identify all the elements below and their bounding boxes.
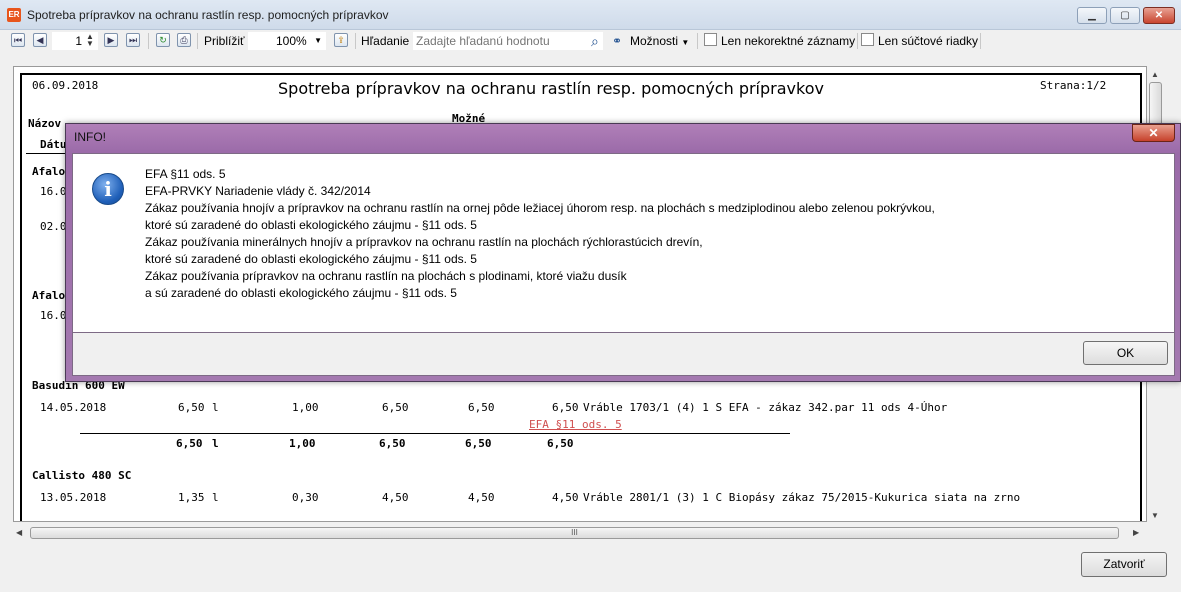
binoculars-icon[interactable]: ⚭ <box>612 33 622 49</box>
subtotal-rule <box>80 521 790 522</box>
message-line: ktoré sú zaradené do oblasti ekologickéh… <box>145 252 477 266</box>
group-name: Callisto 480 SC <box>32 469 132 482</box>
print-icon[interactable]: ⎙ <box>177 33 191 47</box>
scroll-left-icon[interactable]: ◀ <box>16 528 22 537</box>
scroll-right-icon[interactable]: ▶ <box>1133 528 1139 537</box>
horizontal-scroll-thumb[interactable]: III <box>30 527 1119 539</box>
toolbar-separator <box>148 33 149 49</box>
toolbar-separator <box>697 33 698 49</box>
export-icon[interactable]: ⇪ <box>334 33 348 47</box>
message-line: ktoré sú zaradené do oblasti ekologickéh… <box>145 218 477 232</box>
only-incorrect-checkbox[interactable] <box>704 33 717 46</box>
scroll-down-icon[interactable]: ▼ <box>1151 511 1159 520</box>
dialog-close-button[interactable]: ✕ <box>1132 124 1175 142</box>
first-page-icon[interactable]: ⏮ <box>11 33 25 47</box>
row-date: 16.0 <box>40 309 67 322</box>
search-input[interactable] <box>413 32 603 50</box>
page-indicator: Strana:1/2 <box>1040 79 1107 92</box>
zoom-select[interactable]: 100% ▼ <box>248 32 326 50</box>
column-header-name: Názov <box>28 117 62 130</box>
row-dose: 1,00 <box>292 401 319 414</box>
minimize-button[interactable]: ▁ <box>1077 7 1107 24</box>
scroll-up-icon[interactable]: ▲ <box>1151 70 1159 79</box>
close-icon: ✕ <box>1154 10 1164 21</box>
total-area-total: 6,50 <box>547 437 574 450</box>
maximize-icon: ▢ <box>1120 10 1130 21</box>
next-page-icon[interactable]: ▶ <box>104 33 118 47</box>
only-sum-rows-checkbox[interactable] <box>861 33 874 46</box>
subtotal-rule <box>80 433 790 434</box>
close-icon: ✕ <box>1148 126 1159 140</box>
message-line: EFA-PRVKY Nariadenie vlády č. 342/2014 <box>145 184 371 198</box>
row-quantity: 1,35 <box>178 491 205 504</box>
row-parcel: Vráble 2801/1 (3) 1 C Biopásy zákaz 75/2… <box>583 491 1021 504</box>
toolbar-separator <box>857 33 858 49</box>
window-close-button[interactable]: ✕ <box>1143 7 1175 24</box>
toolbar-separator <box>355 33 356 49</box>
page-spinner-icon[interactable]: ▲ ▼ <box>86 33 94 48</box>
total-dose: 1,00 <box>289 437 316 450</box>
row-parcel: Vráble 1703/1 (4) 1 S EFA - zákaz 342.pa… <box>583 401 948 414</box>
only-sum-rows-label: Len súčtové riadky <box>878 34 979 48</box>
total-area-possible: 6,50 <box>465 437 492 450</box>
refresh-icon[interactable]: ↻ <box>156 33 170 47</box>
prev-page-icon[interactable]: ◀ <box>33 33 47 47</box>
row-area-possible: 4,50 <box>468 491 495 504</box>
row-date: 13.05.2018 <box>40 491 107 504</box>
report-date: 06.09.2018 <box>32 79 99 92</box>
minimize-icon: ▁ <box>1088 10 1096 21</box>
row-area-total: 6,50 <box>552 401 579 414</box>
app-icon: ER <box>7 8 21 22</box>
dialog-footer <box>72 333 1175 376</box>
total-unit: l <box>212 437 219 450</box>
efa-link[interactable]: EFA §11 ods. 5 <box>529 418 622 431</box>
row-unit: l <box>212 401 219 414</box>
zoom-label: Priblížiť <box>204 34 245 48</box>
close-button[interactable]: Zatvoriť <box>1081 552 1167 577</box>
row-area-possible: 6,50 <box>468 401 495 414</box>
ok-button[interactable]: OK <box>1083 341 1168 365</box>
message-line: Zákaz používania prípravkov na ochranu r… <box>145 269 627 283</box>
search-label: Hľadanie <box>361 34 410 48</box>
row-area-total: 4,50 <box>552 491 579 504</box>
zoom-value: 100% <box>276 34 307 48</box>
row-dose: 0,30 <box>292 491 319 504</box>
message-line: Zákaz používania hnojív a prípravkov na … <box>145 201 935 215</box>
report-toolbar: ⏮ ◀ 1 ▲ ▼ ▶ ⏭ ↻ ⎙ Priblížiť 100% ▼ ⇪ Hľada… <box>0 30 1181 52</box>
title-bar: ER Spotreba prípravkov na ochranu rastlí… <box>0 0 1181 30</box>
maximize-button[interactable]: ▢ <box>1110 7 1140 24</box>
group-name: Afalo <box>32 289 66 302</box>
row-date: 02.0 <box>40 220 67 233</box>
row-unit: l <box>212 491 219 504</box>
row-date: 14.05.2018 <box>40 401 107 414</box>
total-area: 6,50 <box>379 437 406 450</box>
row-area: 6,50 <box>382 401 409 414</box>
window-title: Spotreba prípravkov na ochranu rastlín r… <box>27 8 389 22</box>
options-menu-button[interactable]: Možnosti ▼ <box>630 33 689 49</box>
column-header-date: Dátu <box>40 138 67 151</box>
toolbar-separator <box>980 33 981 49</box>
only-incorrect-label: Len nekorektné záznamy <box>721 34 856 48</box>
info-icon: i <box>92 173 124 205</box>
chevron-down-icon: ▼ <box>314 36 322 45</box>
message-line: Zákaz používania minerálnych hnojív a pr… <box>145 235 703 249</box>
message-line: a sú zaradené do oblasti ekologického zá… <box>145 286 457 300</box>
options-label: Možnosti <box>630 34 679 48</box>
chevron-down-icon: ▼ <box>681 38 690 47</box>
last-page-icon[interactable]: ⏭ <box>126 33 140 47</box>
search-icon[interactable]: ⌕ <box>591 33 599 49</box>
total-quantity: 6,50 <box>176 437 203 450</box>
message-line: EFA §11 ods. 5 <box>145 167 226 181</box>
report-title: Spotreba prípravkov na ochranu rastlín r… <box>278 79 824 98</box>
row-area: 4,50 <box>382 491 409 504</box>
row-quantity: 6,50 <box>178 401 205 414</box>
group-name: Afalo <box>32 165 66 178</box>
dialog-title: INFO! <box>74 130 106 144</box>
row-date: 16.0 <box>40 185 67 198</box>
toolbar-separator <box>197 33 198 49</box>
